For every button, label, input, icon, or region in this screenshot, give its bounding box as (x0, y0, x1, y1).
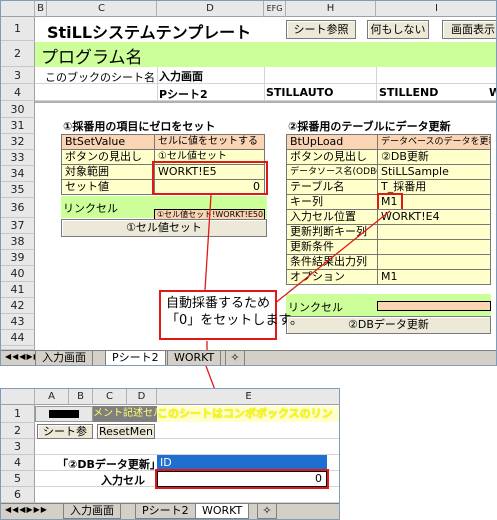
sheet-tab-bar: ◀◀◀▶▶▶ 入力画面 Pシート2 WORKT ✧ (1, 503, 339, 519)
top-spreadsheet-window: B C D EFG H I 1 2 3 4 30 31 32 33 34 35 … (0, 0, 497, 366)
bottom-spreadsheet-window: A B C D E 1 2 3 4 5 6 7 メント記述セル このシートはコン… (0, 388, 340, 520)
row-header[interactable]: 2 (1, 423, 35, 439)
col-header-b[interactable]: B (69, 389, 93, 405)
tab-input-screen[interactable]: 入力画面 (63, 504, 121, 519)
row-header[interactable]: 4 (1, 455, 35, 471)
col-header-e[interactable]: E (157, 389, 339, 405)
db-update-label: 「②DBデータ更新」 (57, 458, 161, 471)
sheet-tab-bar: ◀◀◀▶▶▶ 入力画面 Pシート2 WORKT ✧ (1, 350, 496, 365)
sheet-ref-button[interactable]: シート参 (37, 424, 93, 439)
color-swatch (49, 410, 79, 418)
input-cell-highlight (155, 469, 329, 489)
row-header[interactable]: 6 (1, 487, 35, 503)
new-sheet-icon[interactable]: ✧ (257, 504, 277, 519)
tab-input-screen[interactable]: 入力画面 (35, 351, 93, 365)
comment-cell-note: メント記述セル (93, 406, 157, 422)
tab-nav-arrows-icon[interactable]: ◀◀◀▶▶▶ (5, 505, 48, 514)
row-header[interactable]: 1 (1, 405, 35, 423)
tab-workt[interactable]: WORKT (195, 504, 250, 519)
col-header-c[interactable]: C (93, 389, 127, 405)
col-header-d[interactable]: D (127, 389, 157, 405)
row-header[interactable]: 5 (1, 471, 35, 487)
new-sheet-icon[interactable]: ✧ (225, 351, 245, 365)
column-header-row: A B C D E (1, 389, 339, 405)
col-header-a[interactable]: A (35, 389, 69, 405)
tab-workt[interactable]: WORKT (167, 351, 222, 365)
tab-p-sheet2[interactable]: Pシート2 (105, 351, 166, 365)
tab-p-sheet2[interactable]: Pシート2 (135, 504, 196, 519)
auto-number-callout: 自動採番するため 「0」をセットします。 (159, 290, 303, 340)
input-cell-label: 入力セル (101, 474, 145, 487)
sheet-note-banner: このシートはコンボボックスのリン (157, 406, 339, 422)
row-header[interactable]: 3 (1, 439, 35, 455)
reset-menu-button[interactable]: ResetMen (97, 424, 155, 439)
